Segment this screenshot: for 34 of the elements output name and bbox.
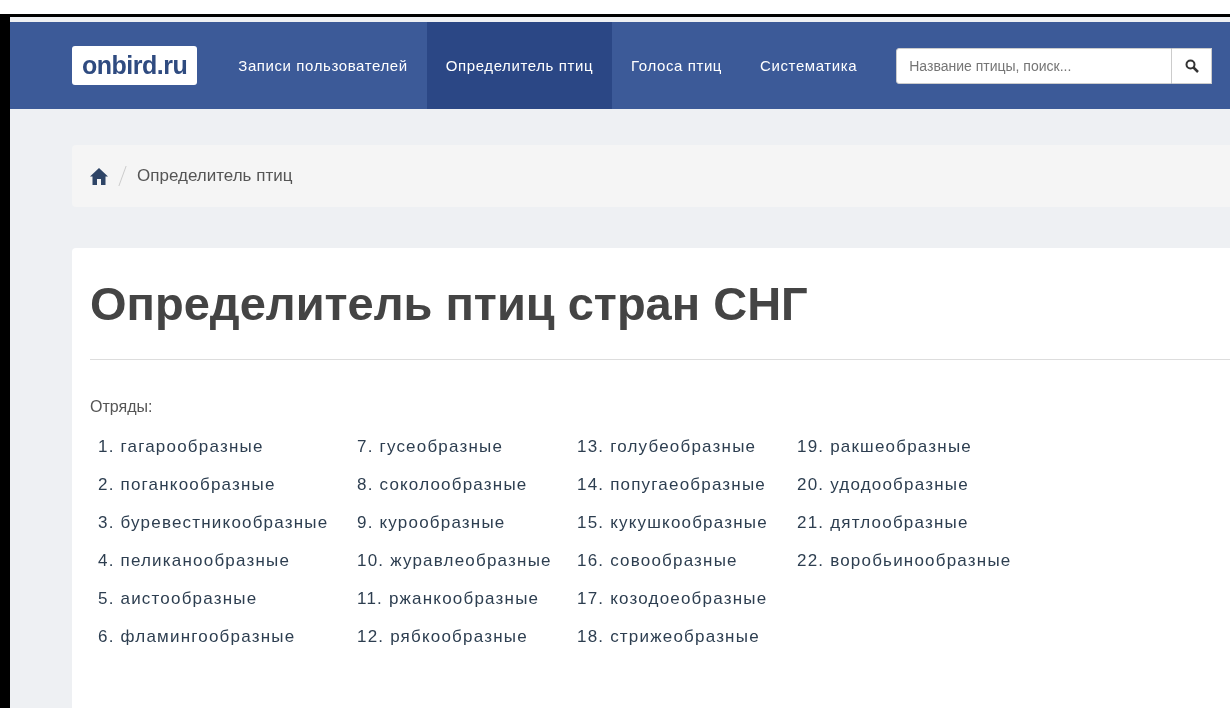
site-logo[interactable]: onbird.ru xyxy=(72,46,198,85)
search-icon xyxy=(1184,58,1199,73)
order-link[interactable]: 20. удодообразные xyxy=(797,474,1012,496)
nav-link[interactable]: Записи пользователей xyxy=(219,22,427,109)
order-link[interactable]: 22. воробьинообразные xyxy=(797,550,1012,572)
page-title: Определитель птиц стран СНГ xyxy=(90,276,809,331)
order-link[interactable]: 6. фламингообразные xyxy=(98,626,357,648)
order-link[interactable]: 3. буревестникообразные xyxy=(98,512,357,534)
order-link[interactable]: 21. дятлообразные xyxy=(797,512,1012,534)
order-link[interactable]: 2. поганкообразные xyxy=(98,474,357,496)
order-link[interactable]: 12. рябкообразные xyxy=(357,626,577,648)
breadcrumb-item: Определитель птиц xyxy=(137,166,293,186)
order-link[interactable]: 19. ракшеобразные xyxy=(797,436,1012,458)
section-label: Отряды: xyxy=(90,398,154,416)
order-link[interactable]: 16. совообразные xyxy=(577,550,797,572)
order-link[interactable]: 15. кукушкообразные xyxy=(577,512,797,534)
order-link[interactable]: 11. ржанкообразные xyxy=(357,588,577,610)
nav-link[interactable]: Голоса птиц xyxy=(612,22,742,109)
home-icon[interactable] xyxy=(90,167,108,185)
order-link[interactable]: 4. пеликанообразные xyxy=(98,550,357,572)
order-link[interactable]: 7. гусеобразные xyxy=(357,436,577,458)
order-link[interactable]: 14. попугаеобразные xyxy=(577,474,797,496)
nav-link[interactable]: Определитель птиц xyxy=(426,22,613,109)
order-link[interactable]: 10. журавлеобразные xyxy=(357,550,577,572)
nav-link[interactable]: Систематика xyxy=(741,22,877,109)
order-link[interactable]: 1. гагарообразные xyxy=(98,436,357,458)
order-link[interactable]: 18. стрижеобразные xyxy=(577,626,797,648)
order-link[interactable]: 13. голубеобразные xyxy=(577,436,797,458)
order-link[interactable]: 9. курообразные xyxy=(357,512,577,534)
search-button[interactable] xyxy=(1172,47,1213,84)
search-field[interactable]: Название птицы, поиск... xyxy=(896,47,1173,84)
order-link[interactable]: 5. аистообразные xyxy=(98,588,357,610)
order-link[interactable]: 17. козодоеобразные xyxy=(577,588,797,610)
order-link[interactable]: 8. соколообразные xyxy=(357,474,577,496)
